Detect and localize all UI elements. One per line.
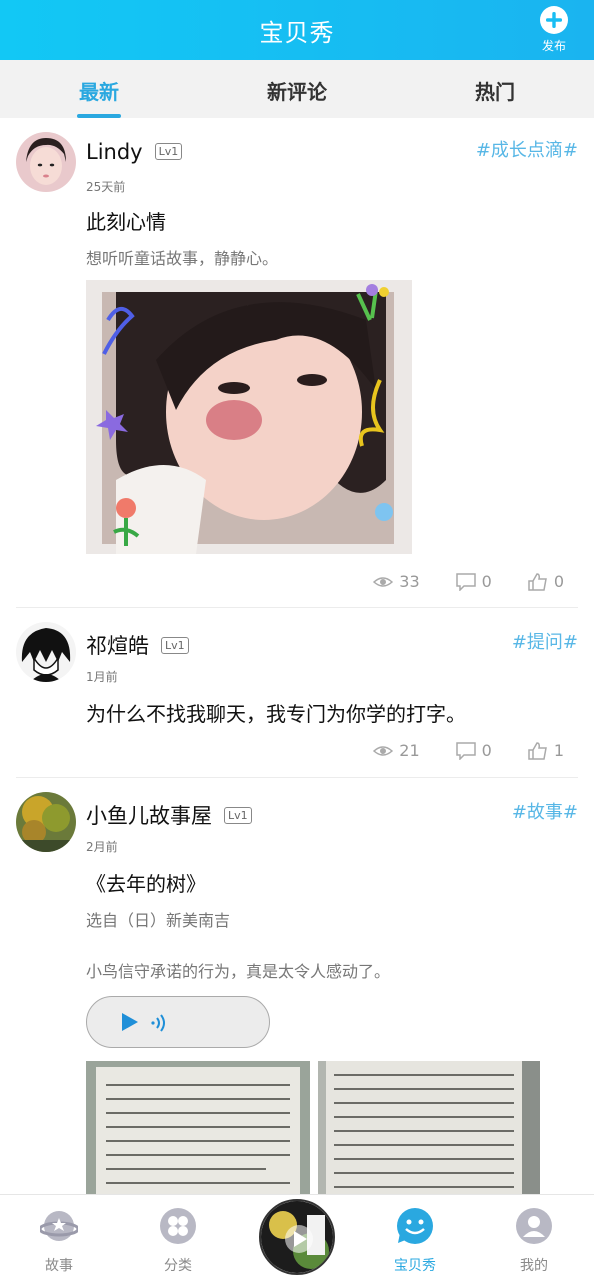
comment-button[interactable]: 0 [455,741,492,760]
post-card[interactable]: Lindy Lv1 25天前 #成长点滴# 此刻心情 想听听童话故事，静静心。 [16,118,578,608]
level-badge: Lv1 [224,807,252,824]
username[interactable]: 小鱼儿故事屋 Lv1 [86,800,252,830]
user-icon [516,1208,552,1244]
level-badge: Lv1 [154,143,183,160]
view-count-text: 21 [399,741,420,760]
comment-icon [455,741,476,760]
nav-category-label: 分类 [164,1258,192,1274]
publish-label: 发布 [541,39,566,53]
eye-icon [373,576,394,587]
feed-list[interactable]: Lindy Lv1 25天前 #成长点滴# 此刻心情 想听听童话故事，静静心。 [0,118,594,1194]
post-stats: 33 0 0 [373,572,564,591]
play-icon [122,1013,138,1031]
avatar[interactable] [16,622,76,682]
nav-story[interactable]: 故事 [19,1207,99,1275]
thumbs-up-icon [528,741,547,760]
username-text[interactable]: 小鱼儿故事屋 [86,804,212,828]
post-description[interactable]: 小鸟信守承诺的行为，真是太令人感动了。 [86,958,390,982]
post-title[interactable]: 为什么不找我聊天，我专门为你学的打字。 [86,698,466,727]
post-time: 1月前 [86,670,118,684]
post-card[interactable]: 小鱼儿故事屋 Lv1 2月前 #故事# 《去年的树》 选自（日）新美南吉 小鸟信守… [16,778,578,1194]
thumbs-up-icon [528,572,547,591]
bottom-nav: 故事 分类 宝贝秀 我的 [0,1194,594,1280]
post-title[interactable]: 《去年的树》 [86,868,206,897]
like-count: 0 [553,572,564,591]
nav-category[interactable]: 分类 [138,1207,218,1275]
post-card[interactable]: 祁煊皓 Lv1 1月前 #提问# 为什么不找我聊天，我专门为你学的打字。 21 0… [16,608,578,778]
page-title: 宝贝秀 [259,19,335,47]
post-description[interactable]: 想听听童话故事，静静心。 [86,245,278,269]
smile-bubble-icon [397,1208,433,1244]
tab-latest[interactable]: 最新 [0,60,198,118]
play-disc-icon [261,1201,333,1273]
comment-button[interactable]: 0 [455,572,492,591]
post-tag[interactable]: #提问# [512,628,578,654]
post-time: 2月前 [86,840,118,854]
post-photo[interactable] [318,1061,540,1194]
like-count: 1 [553,741,564,760]
tab-hot[interactable]: 热门 [396,60,594,118]
username[interactable]: 祁煊皓 Lv1 [86,630,189,660]
comment-count: 0 [481,572,492,591]
planet-icon [40,1211,78,1241]
level-badge: Lv1 [161,637,189,654]
username[interactable]: Lindy Lv1 [86,140,183,164]
nav-baby-show-label: 宝贝秀 [394,1258,436,1274]
audio-player[interactable] [86,996,270,1048]
post-tag[interactable]: #故事# [512,798,578,824]
comment-count: 0 [481,741,492,760]
avatar[interactable] [16,792,76,852]
like-button[interactable]: 0 [528,572,564,591]
category-icon [160,1208,196,1244]
tab-new-comments[interactable]: 新评论 [198,60,396,118]
post-time: 25天前 [86,180,126,194]
sound-wave-icon [151,1014,165,1032]
app-root: 宝贝秀 发布 最新 新评论 热门 Lindy Lv1 25天前 #成长点滴# 此… [0,0,594,1280]
post-tag[interactable]: #成长点滴# [476,136,578,162]
now-playing-button[interactable] [259,1199,335,1275]
plus-circle-icon [540,6,568,34]
header-bar: 宝贝秀 发布 [0,0,594,60]
nav-story-label: 故事 [45,1258,73,1274]
view-count: 33 [373,572,420,591]
nav-mine[interactable]: 我的 [494,1207,574,1275]
eye-icon [373,745,394,756]
view-count: 21 [373,741,420,760]
post-title[interactable]: 此刻心情 [86,206,166,235]
post-photo[interactable] [86,280,412,554]
avatar[interactable] [16,132,76,192]
nav-mine-label: 我的 [520,1258,548,1274]
username-text[interactable]: 祁煊皓 [86,634,149,658]
username-text[interactable]: Lindy [86,140,143,164]
like-button[interactable]: 1 [528,741,564,760]
nav-baby-show[interactable]: 宝贝秀 [375,1207,455,1275]
view-count-text: 33 [399,572,420,591]
publish-button[interactable]: 发布 [536,5,572,54]
feed-tabs: 最新 新评论 热门 [0,60,594,118]
post-photo[interactable] [86,1061,310,1194]
comment-icon [455,572,476,591]
post-source[interactable]: 选自（日）新美南吉 [86,907,230,931]
post-stats: 21 0 1 [373,741,564,760]
